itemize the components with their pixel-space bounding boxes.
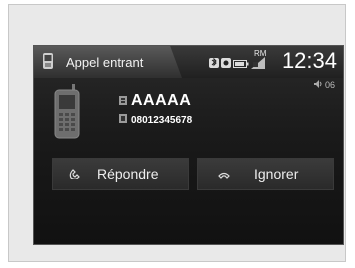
volume-level: 06 (324, 80, 335, 90)
ignore-label: Ignorer (254, 166, 299, 182)
roaming-indicator: RM (254, 49, 267, 58)
caller-info: AAAAA 08012345678 (119, 92, 192, 128)
sim-icon (221, 56, 231, 74)
status-icons (209, 56, 265, 74)
phone-icon (42, 52, 54, 75)
clock: 12:34 (281, 48, 337, 73)
signal-icon (251, 56, 265, 74)
incoming-call-screen: Appel entrant RM 12:34 06 AAAAA 08012345… (33, 45, 344, 245)
phone-answer-icon (69, 166, 81, 182)
ignore-button[interactable]: Ignorer (197, 158, 334, 190)
status-bar: Appel entrant RM 12:34 (34, 46, 343, 78)
caller-number: 08012345678 (131, 114, 193, 126)
speaker-icon (313, 80, 323, 90)
phone-ignore-icon (218, 166, 230, 182)
contact-icon (119, 92, 127, 110)
battery-icon (233, 56, 249, 74)
screen-title: Appel entrant (66, 55, 144, 70)
answer-button[interactable]: Répondre (52, 158, 189, 190)
answer-label: Répondre (97, 166, 159, 182)
mobile-phone-icon (52, 84, 82, 145)
volume-indicator: 06 (313, 80, 335, 90)
caller-name: AAAAA (131, 92, 192, 109)
bluetooth-icon (209, 56, 219, 74)
number-icon (119, 110, 127, 128)
outer-frame: Appel entrant RM 12:34 06 AAAAA 08012345… (8, 4, 346, 262)
